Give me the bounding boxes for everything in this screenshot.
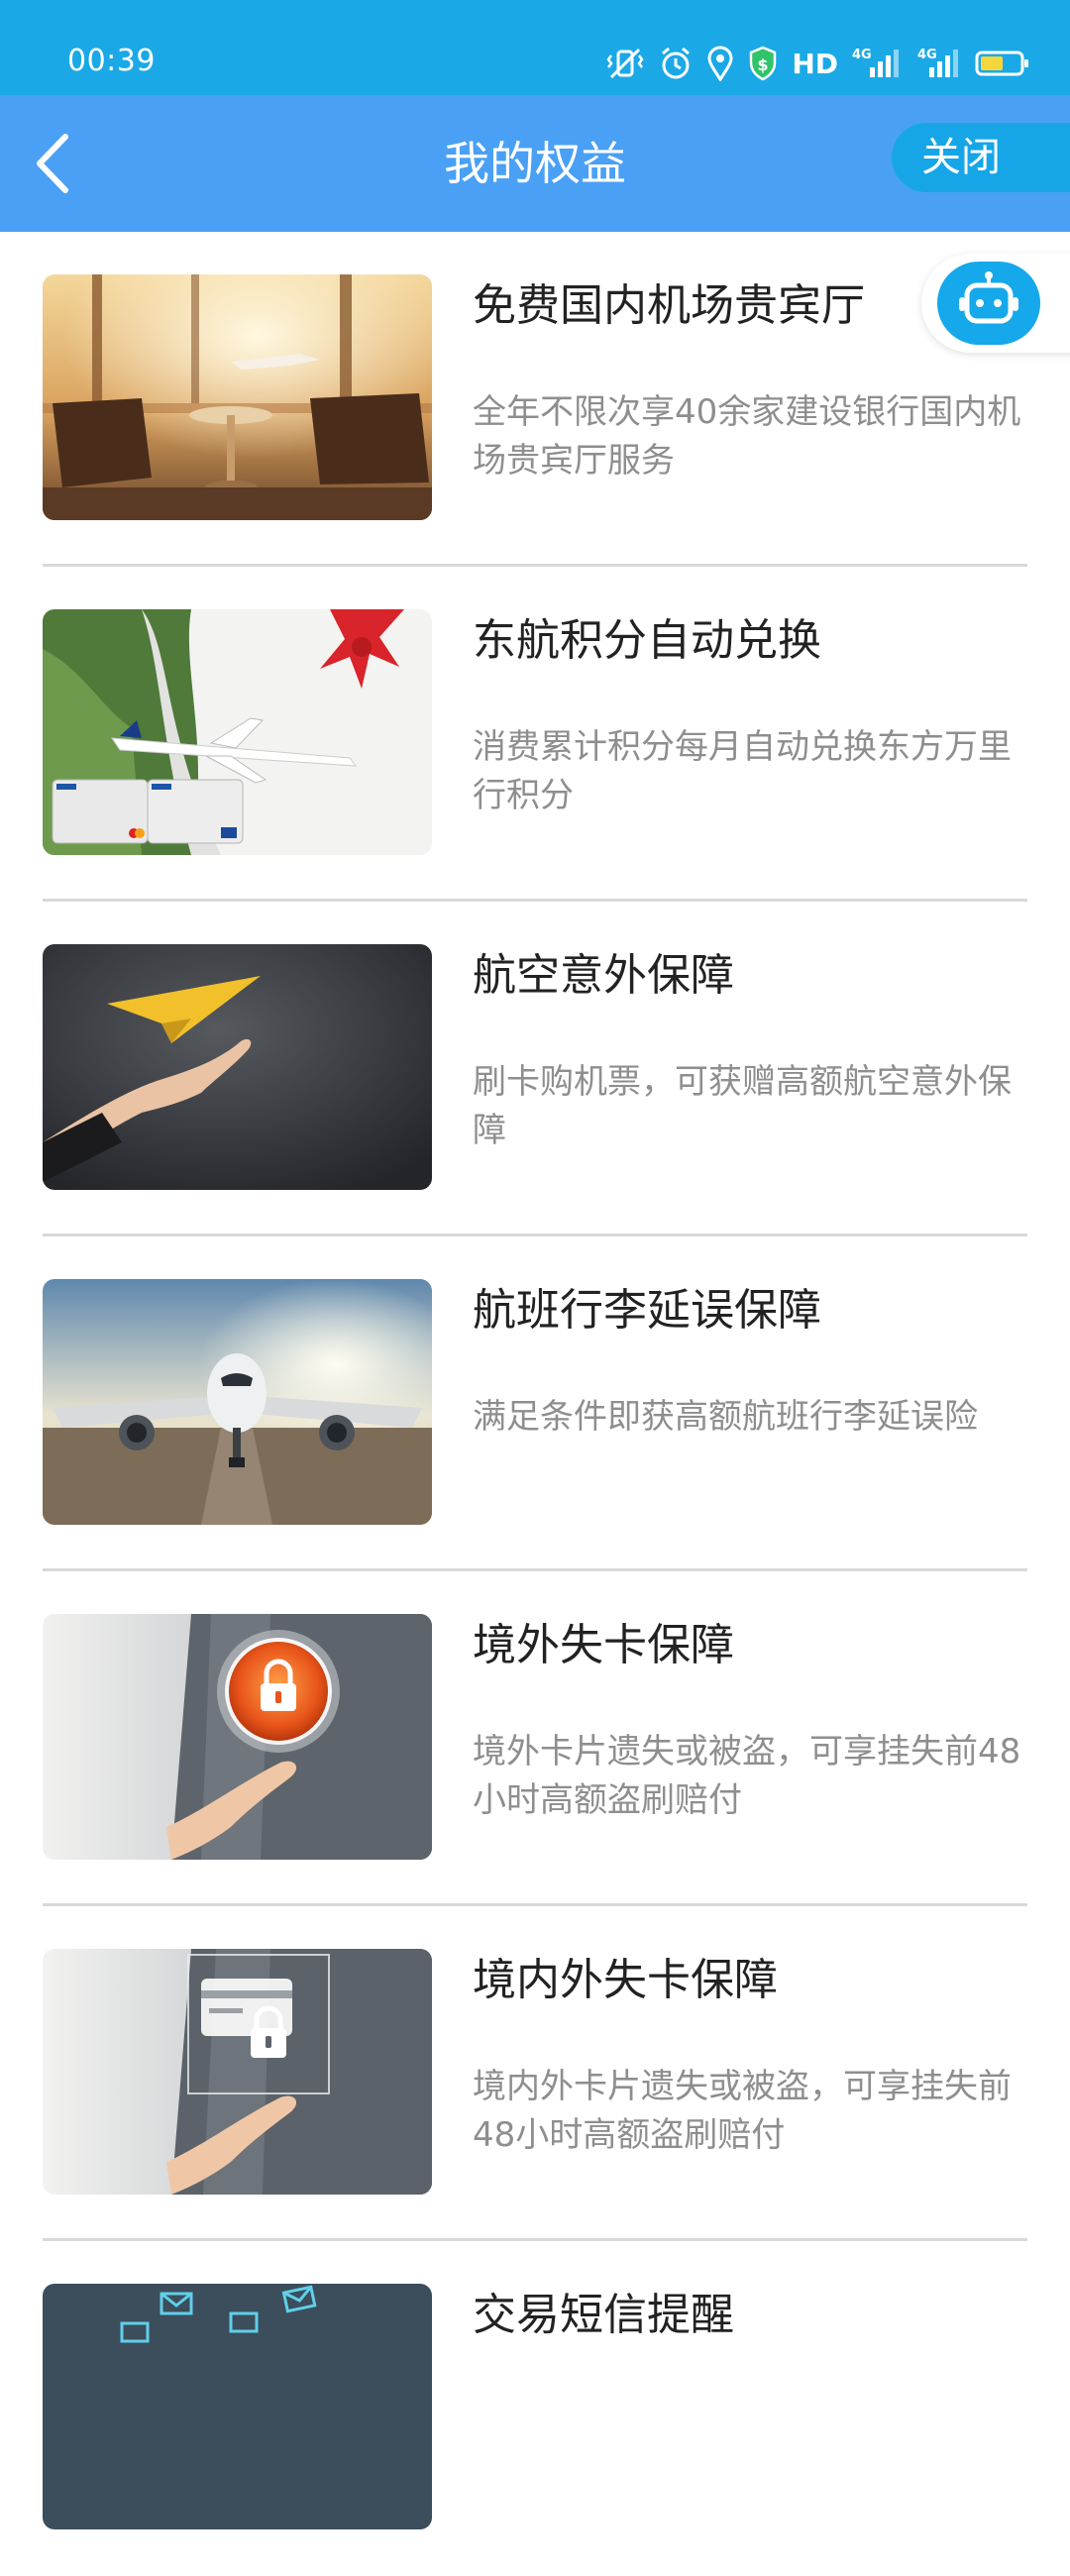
item-title: 境内外失卡保障	[473, 1955, 778, 2005]
airport-lounge-image	[43, 274, 432, 520]
paper-plane-hand-image	[43, 944, 432, 1190]
assistant-tab	[921, 254, 1070, 353]
svg-text:$: $	[758, 55, 769, 74]
nav-bar: 我的权益 关闭	[0, 95, 1070, 232]
sms-envelopes-image	[43, 2284, 432, 2529]
list-item-sms-alert[interactable]: 交易短信提醒	[0, 2241, 1070, 2576]
item-description: 境内外卡片遗失或被盗，可享挂失前48小时高额盗刷赔付	[473, 2067, 1012, 2155]
list-item-airport-lounge[interactable]: 免费国内机场贵宾厅 全年不限次享40余家建设银行国内机场贵宾厅服务	[0, 232, 1070, 567]
item-description: 消费累计积分每月自动兑换东方万里行积分	[473, 727, 1012, 815]
network-label-2: 4G	[917, 48, 937, 62]
list-item-points-exchange[interactable]: 东航积分自动兑换 消费累计积分每月自动兑换东方万里行积分	[0, 567, 1070, 902]
list-item-baggage-delay[interactable]: 航班行李延误保障 满足条件即获高额航班行李延误险	[0, 1236, 1070, 1571]
battery-icon	[975, 48, 1030, 79]
signal-icon: 4G	[852, 46, 904, 81]
item-description: 境外卡片遗失或被盗，可享挂失前48小时高额盗刷赔付	[473, 1732, 1021, 1820]
item-title: 境外失卡保障	[473, 1620, 734, 1670]
list-item-flight-accident[interactable]: 航空意外保障 刷卡购机票，可获赠高额航空意外保障	[0, 902, 1070, 1236]
airplane-runway-image	[43, 1279, 432, 1525]
china-eastern-cards-image	[43, 609, 432, 855]
signal-icon-2: 4G	[917, 46, 961, 81]
card-lock-hand-image	[43, 1949, 432, 2195]
chevron-left-icon	[37, 134, 68, 193]
status-icons: $ HD 4G 4G	[605, 44, 1030, 83]
shield-icon: $	[748, 46, 778, 81]
item-description: 全年不限次享40余家建设银行国内机场贵宾厅服务	[473, 392, 1021, 481]
item-title: 交易短信提醒	[473, 2290, 734, 2340]
item-description: 刷卡购机票，可获赠高额航空意外保障	[473, 1062, 1012, 1150]
hd-label: HD	[792, 47, 838, 80]
robot-icon	[959, 271, 1018, 324]
status-bar: 00:39 $ HD 4G 4G	[0, 0, 1070, 95]
item-title: 航班行李延误保障	[473, 1285, 821, 1336]
lock-hand-image	[43, 1614, 432, 1860]
vibrate-icon	[605, 46, 645, 81]
location-icon	[706, 46, 734, 81]
list-item-overseas-card-loss[interactable]: 境外失卡保障 境外卡片遗失或被盗，可享挂失前48小时高额盗刷赔付	[0, 1571, 1070, 1906]
network-label-1: 4G	[852, 48, 872, 62]
item-title: 免费国内机场贵宾厅	[473, 280, 865, 331]
list-item-domestic-overseas-card-loss[interactable]: 境内外失卡保障 境内外卡片遗失或被盗，可享挂失前48小时高额盗刷赔付	[0, 1906, 1070, 2241]
item-description: 满足条件即获高额航班行李延误险	[473, 1397, 978, 1437]
assistant-button[interactable]	[937, 262, 1040, 345]
item-title: 东航积分自动兑换	[473, 615, 821, 666]
back-button[interactable]	[26, 131, 85, 196]
status-time: 00:39	[67, 44, 156, 78]
close-button[interactable]: 关闭	[892, 123, 1070, 192]
alarm-icon	[659, 46, 693, 81]
item-title: 航空意外保障	[473, 950, 734, 1001]
